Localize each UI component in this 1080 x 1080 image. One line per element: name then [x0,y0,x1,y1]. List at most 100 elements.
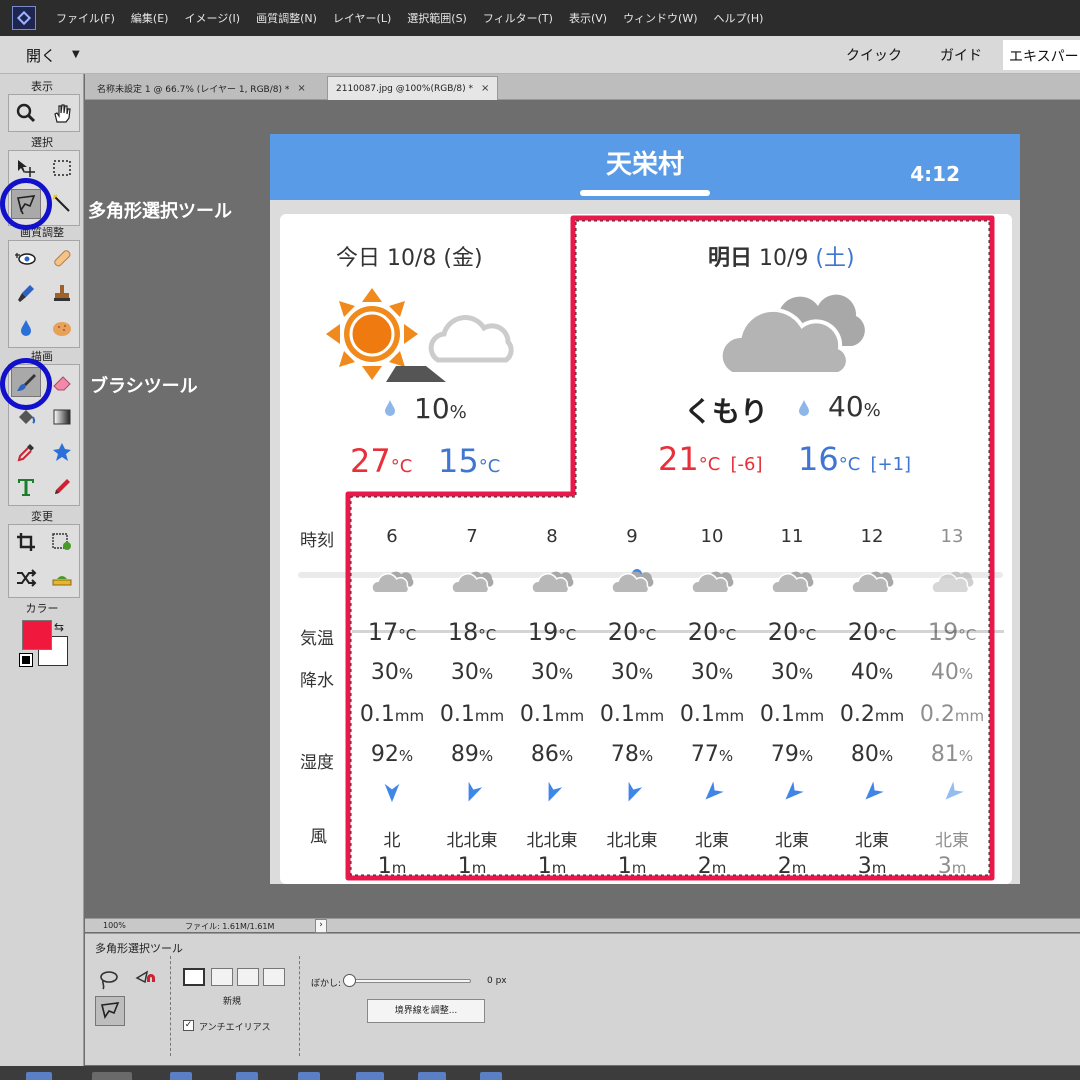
tool-options-icon[interactable] [92,1072,132,1080]
rotate-icon[interactable] [298,1072,320,1080]
default-colors-icon[interactable] [19,653,33,667]
hour-rainfall: 0.1mm [439,702,505,727]
status-menu-arrow-icon[interactable]: › [315,919,327,933]
hour-column: 13 19°C 40% 0.2mm 81% 北東 3m [912,214,992,884]
wind-arrow-icon [785,781,804,800]
selection-mode-add[interactable] [211,968,233,986]
smart-brush-tool[interactable] [11,278,41,308]
feather-slider-track[interactable] [347,979,471,983]
undo-icon[interactable] [170,1072,192,1080]
selection-mode-subtract[interactable] [237,968,259,986]
menu-edit[interactable]: 編集(E) [131,10,169,26]
polygon-tool-highlight-circle [0,178,52,230]
gradient-icon [53,409,71,425]
menu-file[interactable]: ファイル(F) [56,10,115,26]
marquee-tool[interactable] [47,153,77,183]
polygon-lasso-option[interactable] [95,996,125,1026]
hour-label: 7 [466,526,478,547]
hour-weather-icon [672,566,752,602]
hour-precip: 30% [450,660,494,685]
document-canvas[interactable]: 天栄村 4:12 今日 10/8 (金) 10% 27°C 15°C 明日 10… [270,134,1020,884]
selection-mode-new[interactable] [183,968,205,986]
tool-options-panel: 多角形選択ツール 新規 ✓ アンチエイリアス ぼかし: 0 px 境界線を調整.… [85,933,1080,1065]
hour-rainfall: 0.1mm [519,702,585,727]
wind-arrow-icon [945,781,964,800]
clone-stamp-tool[interactable] [47,278,77,308]
tab-guided[interactable]: ガイド [940,45,982,65]
hour-temp: 20°C [607,618,657,646]
custom-shape-tool[interactable] [47,437,77,467]
hour-wind-direction: 北東 [695,831,729,851]
menu-image[interactable]: イメージ(I) [184,10,240,26]
menu-enhance[interactable]: 画質調整(N) [256,10,317,26]
gradient-tool[interactable] [47,402,77,432]
menu-window[interactable]: ウィンドウ(W) [623,10,697,26]
antialias-checkbox[interactable]: ✓ [183,1020,194,1031]
tab-document-2[interactable]: 2110087.jpg @100%(RGB/8) * × [327,76,499,100]
brush-tool-callout: ブラシツール [90,376,198,397]
hour-label: 6 [386,526,398,547]
magnetic-lasso-option[interactable] [129,964,159,994]
menu-layer[interactable]: レイヤー(L) [333,10,391,26]
crop-tool[interactable] [11,527,41,557]
close-tab-icon[interactable]: × [481,83,489,94]
hour-precip: 40% [930,660,974,685]
spot-healing-tool[interactable] [47,243,77,273]
content-aware-move-tool[interactable] [11,563,41,593]
open-dropdown-icon[interactable]: ▼ [72,49,80,60]
recompose-tool[interactable] [47,527,77,557]
section-view-label: 表示 [31,80,53,93]
swap-colors-icon[interactable]: ⇆ [54,620,64,634]
hour-weather-icon [912,566,992,602]
close-tab-icon[interactable]: × [297,83,305,94]
straighten-tool[interactable] [47,563,77,593]
selection-mode-intersect[interactable] [263,968,285,986]
redo-icon[interactable] [236,1072,258,1080]
foreground-color-front[interactable] [22,620,52,650]
menu-view[interactable]: 表示(V) [569,10,607,26]
wind-arrow-icon [865,781,884,800]
hour-label: 12 [860,526,884,547]
photo-bin-icon[interactable] [26,1072,52,1080]
tab-expert[interactable]: エキスパート [1003,40,1080,70]
section-color-label: カラー [25,602,59,615]
home-icon[interactable] [480,1072,502,1080]
hour-column: 12 20°C 40% 0.2mm 80% 北東 3m [832,214,912,884]
move-icon [18,160,35,177]
menu-help[interactable]: ヘルプ(H) [714,10,764,26]
cloudy-icon [611,571,654,594]
stamp-icon [54,285,70,301]
sponge-tool[interactable] [47,313,77,343]
organizer-icon[interactable] [418,1072,446,1080]
blur-tool[interactable] [11,313,41,343]
feather-value: 0 px [487,976,507,986]
menu-filter[interactable]: フィルター(T) [483,10,553,26]
hand-tool[interactable] [47,98,77,128]
feather-slider-knob[interactable] [343,974,356,987]
smart-brush-icon [18,285,34,302]
antialias-label: アンチエイリアス [199,1023,271,1033]
zoom-tool[interactable] [11,98,41,128]
cloudy-icon [451,571,494,594]
menu-bar: ファイル(F) 編集(E) イメージ(I) 画質調整(N) レイヤー(L) 選択… [0,0,1080,36]
recompose-icon [52,533,71,550]
shuffle-icon [17,569,37,587]
hour-wind-speed: 1m [377,854,407,879]
menu-select[interactable]: 選択範囲(S) [407,10,467,26]
layout-icon[interactable] [356,1072,384,1080]
red-eye-tool[interactable] [11,243,41,273]
tab-document-1[interactable]: 名称未設定 1 @ 66.7% (レイヤー 1, RGB/8) * × [89,76,314,100]
hour-wind-arrow [912,781,992,808]
wind-arrow-icon [468,781,483,802]
eyedropper-tool[interactable] [11,437,41,467]
lasso-option[interactable] [93,964,123,994]
wind-arrow-icon [384,783,400,803]
type-tool[interactable] [11,472,41,502]
cloudy-icon [931,571,974,594]
tab-quick[interactable]: クイック [846,45,902,65]
hour-label: 11 [780,526,804,547]
open-button[interactable]: 開く [26,45,56,66]
pencil-tool[interactable] [47,472,77,502]
type-icon [18,479,34,496]
refine-edge-button[interactable]: 境界線を調整... [367,999,485,1023]
